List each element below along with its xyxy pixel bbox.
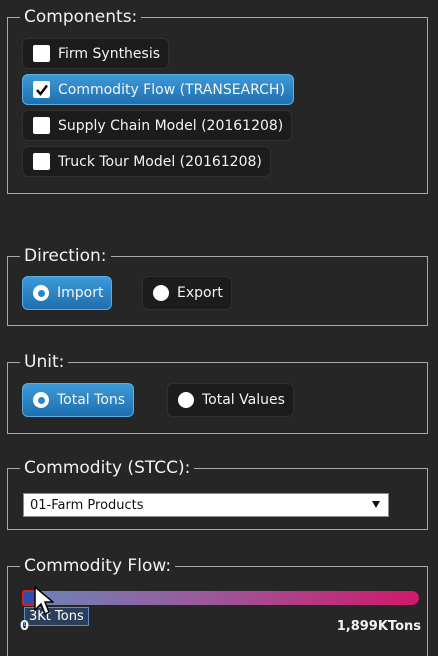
unit-title: Unit: [20, 351, 69, 373]
dropdown-arrow-icon [372, 501, 380, 508]
component-commodity-flow[interactable]: Commodity Flow (TRANSEARCH) [22, 74, 294, 105]
direction-option-label: Import [57, 285, 104, 301]
component-label: Truck Tour Model (20161208) [58, 153, 262, 170]
commodity-flow-slider[interactable] [22, 591, 419, 605]
commodity-flow-group: Commodity Flow: 3Kt Tons 0 1,899KTons [7, 555, 428, 656]
radio-selected-icon [33, 285, 49, 301]
component-truck-tour-model[interactable]: Truck Tour Model (20161208) [22, 146, 271, 177]
unit-total-tons-radio[interactable]: Total Tons [22, 383, 135, 417]
commodity-selected-value: 01-Farm Products [30, 497, 144, 513]
unit-option-label: Total Tons [57, 392, 126, 408]
checkbox-checked-icon [33, 81, 50, 98]
direction-title: Direction: [20, 245, 111, 267]
unit-group: Unit: Total Tons Total Values [7, 351, 428, 434]
checkbox-unchecked-icon [33, 117, 50, 134]
radio-unselected-icon [178, 392, 194, 408]
direction-import-radio[interactable]: Import [22, 276, 113, 310]
components-group: Components: Firm Synthesis Commodity Flo… [7, 6, 428, 194]
components-title: Components: [20, 6, 142, 28]
commodity-flow-title: Commodity Flow: [20, 555, 176, 577]
commodity-group: Commodity (STCC): 01-Farm Products [7, 457, 428, 530]
direction-group: Direction: Import Export [7, 245, 428, 326]
component-label: Commodity Flow (TRANSEARCH) [58, 81, 285, 98]
slider-max-label: 1,899KTons [336, 619, 421, 634]
radio-selected-icon [33, 392, 49, 408]
component-supply-chain-model[interactable]: Supply Chain Model (20161208) [22, 110, 293, 141]
checkbox-unchecked-icon [33, 45, 50, 62]
unit-option-label: Total Values [202, 392, 285, 408]
slider-min-label: 0 [20, 619, 30, 634]
component-label: Supply Chain Model (20161208) [58, 117, 284, 134]
direction-option-label: Export [177, 285, 223, 301]
mouse-cursor-icon [34, 586, 54, 616]
checkbox-unchecked-icon [33, 153, 50, 170]
commodity-select[interactable]: 01-Farm Products [23, 493, 389, 517]
component-label: Firm Synthesis [58, 45, 161, 62]
unit-total-values-radio[interactable]: Total Values [167, 383, 294, 417]
component-firm-synthesis[interactable]: Firm Synthesis [22, 38, 170, 69]
direction-export-radio[interactable]: Export [142, 276, 232, 310]
radio-unselected-icon [153, 285, 169, 301]
commodity-title: Commodity (STCC): [20, 457, 195, 479]
